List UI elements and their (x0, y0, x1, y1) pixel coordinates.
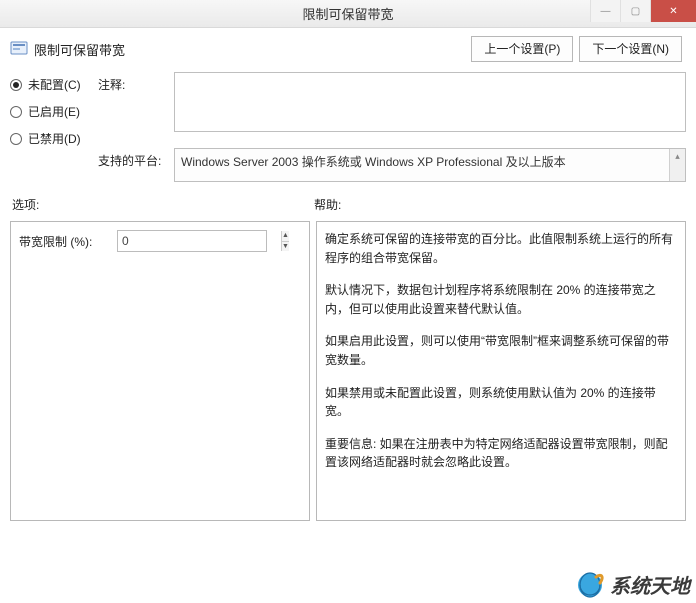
platform-scrollbar[interactable]: ▴ (669, 149, 685, 181)
radio-disabled[interactable]: 已禁用(D) (10, 130, 98, 147)
globe-icon (576, 571, 604, 599)
platform-field-label: 支持的平台: (98, 148, 166, 182)
radio-label: 未配置(C) (28, 76, 81, 93)
comment-field-label: 注释: (98, 72, 166, 132)
radio-indicator-icon (10, 133, 22, 145)
window-titlebar: 限制可保留带宽 — ▢ ✕ (0, 0, 696, 28)
comment-textarea[interactable] (174, 72, 686, 132)
options-section-label: 选项: (12, 196, 314, 213)
radio-label: 已禁用(D) (28, 130, 81, 147)
bandwidth-limit-spinner[interactable]: ▲ ▼ (117, 230, 267, 252)
help-paragraph: 默认情况下，数据包计划程序将系统限制在 20% 的连接带宽之内，但可以使用此设置… (325, 281, 677, 318)
watermark: 系统天地 (576, 570, 690, 599)
policy-icon (10, 40, 28, 58)
radio-indicator-icon (10, 79, 22, 91)
maximize-button[interactable]: ▢ (620, 0, 650, 22)
help-paragraph: 如果启用此设置，则可以使用“带宽限制”框来调整系统可保留的带宽数量。 (325, 332, 677, 369)
close-button[interactable]: ✕ (650, 0, 696, 22)
setting-name-label: 限制可保留带宽 (34, 40, 465, 59)
state-radio-group: 未配置(C) 已启用(E) 已禁用(D) (10, 72, 98, 147)
help-section-label: 帮助: (314, 196, 341, 213)
minimize-button[interactable]: — (590, 0, 620, 22)
supported-platform-text: Windows Server 2003 操作系统或 Windows XP Pro… (181, 155, 566, 169)
supported-platform-box: Windows Server 2003 操作系统或 Windows XP Pro… (174, 148, 686, 182)
help-paragraph: 如果禁用或未配置此设置，则系统使用默认值为 20% 的连接带宽。 (325, 384, 677, 421)
bandwidth-limit-input[interactable] (118, 231, 281, 251)
radio-not-configured[interactable]: 未配置(C) (10, 76, 98, 93)
help-panel: 确定系统可保留的连接带宽的百分比。此值限制系统上运行的所有程序的组合带宽保留。 … (316, 221, 686, 521)
window-controls: — ▢ ✕ (590, 0, 696, 22)
watermark-text: 系统天地 (610, 570, 690, 599)
spinner-down-button[interactable]: ▼ (282, 242, 289, 252)
options-panel: 带宽限制 (%): ▲ ▼ (10, 221, 310, 521)
radio-indicator-icon (10, 106, 22, 118)
radio-enabled[interactable]: 已启用(E) (10, 103, 98, 120)
radio-label: 已启用(E) (28, 103, 80, 120)
help-paragraph: 确定系统可保留的连接带宽的百分比。此值限制系统上运行的所有程序的组合带宽保留。 (325, 230, 677, 267)
previous-setting-button[interactable]: 上一个设置(P) (471, 36, 573, 62)
bandwidth-limit-label: 带宽限制 (%): (19, 233, 109, 250)
spinner-up-button[interactable]: ▲ (282, 231, 289, 242)
help-paragraph: 重要信息: 如果在注册表中为特定网络适配器设置带宽限制，则配置该网络适配器时就会… (325, 435, 677, 472)
next-setting-button[interactable]: 下一个设置(N) (579, 36, 682, 62)
